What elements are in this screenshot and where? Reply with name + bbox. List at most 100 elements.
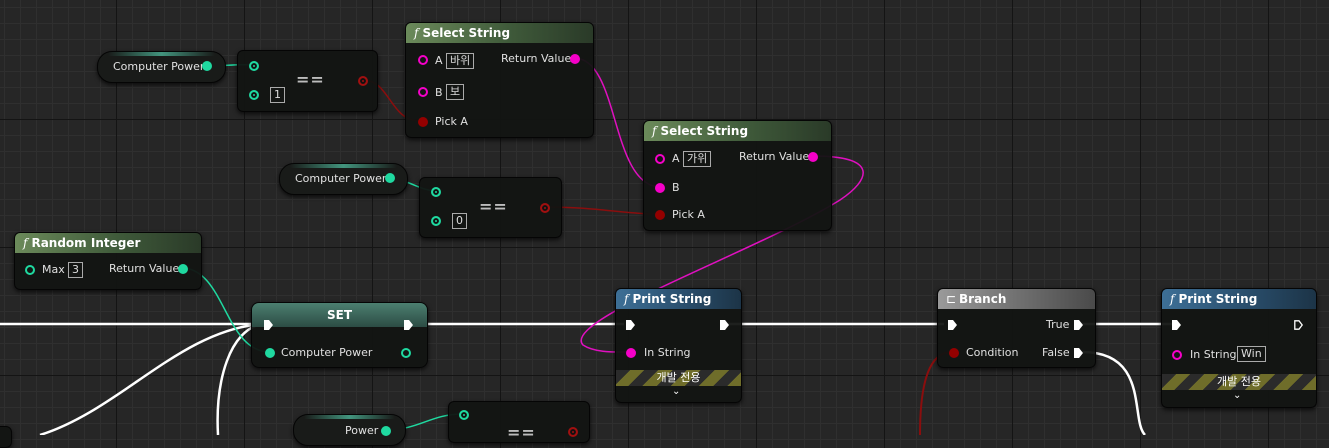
integer-input-pin[interactable]	[265, 348, 275, 358]
random-integer-title: Random Integer	[31, 236, 141, 250]
print-string-node-1[interactable]: f Print String In String 개발 전용 ⌄	[615, 288, 742, 403]
true-label: True	[1046, 318, 1070, 331]
select-string-1-title: Select String	[422, 26, 511, 40]
max-value[interactable]: 3	[68, 262, 83, 278]
print-string-1-header: f Print String	[616, 289, 741, 309]
pick-a-label: Pick A	[435, 115, 468, 128]
power-label: Power	[345, 424, 379, 437]
boolean-input-pin[interactable]	[949, 348, 959, 358]
integer-input-pin-b[interactable]	[431, 216, 441, 226]
boolean-output-pin[interactable]	[568, 427, 578, 437]
chevron-down-icon[interactable]: ⌄	[1233, 390, 1241, 401]
chevron-down-icon[interactable]: ⌄	[672, 386, 680, 397]
return-value-label: Return Value	[739, 150, 810, 163]
string-input-pin-a[interactable]	[655, 154, 665, 164]
select-string-node-1[interactable]: f Select String A 바위 Return Value B 보 Pic…	[405, 22, 594, 138]
integer-output-pin[interactable]	[385, 173, 395, 183]
computer-power-getter-2[interactable]: Computer Power	[279, 163, 408, 195]
pin-a-label: A	[672, 152, 680, 165]
string-input-pin[interactable]	[1172, 350, 1182, 360]
pin-a-value[interactable]: 가위	[683, 151, 712, 167]
string-output-pin[interactable]	[808, 152, 818, 162]
development-only-banner: 개발 전용	[616, 370, 741, 386]
pin-a-label: A	[435, 54, 443, 67]
offscreen-node-edge	[0, 426, 12, 448]
return-value-label: Return Value	[501, 52, 572, 65]
computer-power-label: Computer Power	[281, 346, 373, 359]
exec-output-pin[interactable]	[404, 320, 413, 330]
equal-2-symbol: ==	[479, 197, 508, 216]
integer-output-pin[interactable]	[401, 348, 411, 358]
exec-input-pin[interactable]	[948, 320, 957, 330]
print-string-node-2[interactable]: f Print String In String Win 개발 전용 ⌄	[1161, 288, 1317, 408]
false-label: False	[1042, 346, 1070, 359]
branch-header: ⊏ Branch	[938, 289, 1095, 309]
development-only-banner: 개발 전용	[1162, 374, 1316, 390]
integer-input-pin-b[interactable]	[249, 90, 259, 100]
exec-input-pin[interactable]	[264, 320, 273, 330]
set-header: SET	[252, 303, 427, 327]
set-node[interactable]: SET Computer Power	[251, 302, 428, 368]
function-icon: f	[652, 124, 657, 138]
boolean-output-pin[interactable]	[358, 76, 368, 86]
function-icon: f	[23, 236, 28, 250]
select-string-2-title: Select String	[660, 124, 749, 138]
integer-output-pin[interactable]	[178, 264, 188, 274]
branch-title: Branch	[959, 292, 1007, 306]
print-string-2-header: f Print String	[1162, 289, 1316, 309]
computer-power-label-1: Computer Power	[113, 60, 205, 73]
exec-output-pin[interactable]	[720, 320, 729, 330]
exec-output-pin[interactable]	[1294, 320, 1303, 330]
power-getter[interactable]: Power	[293, 414, 406, 446]
computer-power-getter-1[interactable]: Computer Power	[97, 51, 226, 83]
integer-output-pin[interactable]	[202, 61, 212, 71]
equal-node-3[interactable]: ==	[448, 401, 590, 443]
equal-node-2[interactable]: 0 ==	[419, 177, 562, 238]
integer-input-pin-a[interactable]	[459, 410, 469, 420]
string-input-pin-b[interactable]	[655, 183, 665, 193]
integer-input-pin-a[interactable]	[431, 187, 441, 197]
pin-b-value[interactable]: 보	[446, 84, 465, 100]
equal-1-symbol: ==	[296, 70, 325, 89]
select-string-node-2[interactable]: f Select String A 가위 Return Value B Pick …	[643, 120, 832, 231]
boolean-input-pin[interactable]	[655, 210, 665, 220]
return-value-label: Return Value	[109, 262, 180, 275]
pick-a-label: Pick A	[672, 208, 705, 221]
boolean-input-pin[interactable]	[418, 117, 428, 127]
computer-power-label-2: Computer Power	[295, 172, 387, 185]
condition-label: Condition	[966, 346, 1019, 359]
exec-input-pin[interactable]	[1172, 320, 1181, 330]
equal-2-value[interactable]: 0	[452, 213, 467, 229]
random-integer-node[interactable]: f Random Integer Max 3 Return Value	[14, 232, 202, 290]
random-integer-header: f Random Integer	[15, 233, 201, 253]
function-icon: f	[1170, 292, 1175, 306]
in-string-label: In String	[644, 346, 691, 359]
function-icon: f	[414, 26, 419, 40]
in-string-label: In String	[1190, 348, 1237, 361]
exec-false-pin[interactable]	[1074, 348, 1083, 358]
pin-b-label: B	[672, 181, 680, 194]
integer-input-pin-a[interactable]	[249, 61, 259, 71]
select-string-2-header: f Select String	[644, 121, 831, 141]
string-input-pin[interactable]	[626, 348, 636, 358]
branch-icon: ⊏	[946, 292, 957, 306]
string-input-pin-a[interactable]	[418, 55, 428, 65]
string-output-pin[interactable]	[570, 54, 580, 64]
boolean-output-pin[interactable]	[540, 203, 550, 213]
in-string-value[interactable]: Win	[1237, 346, 1266, 362]
exec-wire-lower-1	[39, 322, 263, 435]
function-icon: f	[624, 292, 629, 306]
branch-node[interactable]: ⊏ Branch True Condition False	[937, 288, 1096, 368]
print-string-1-title: Print String	[632, 292, 712, 306]
equal-1-value[interactable]: 1	[270, 87, 285, 103]
exec-true-pin[interactable]	[1074, 320, 1083, 330]
max-label: Max	[42, 263, 65, 276]
pin-b-label: B	[435, 86, 443, 99]
exec-input-pin[interactable]	[626, 320, 635, 330]
integer-input-pin-max[interactable]	[25, 265, 35, 275]
string-input-pin-b[interactable]	[418, 87, 428, 97]
pin-a-value[interactable]: 바위	[446, 53, 475, 69]
equal-node-1[interactable]: 1 ==	[237, 50, 378, 112]
print-string-2-title: Print String	[1178, 292, 1258, 306]
equal-3-symbol: ==	[507, 423, 536, 442]
